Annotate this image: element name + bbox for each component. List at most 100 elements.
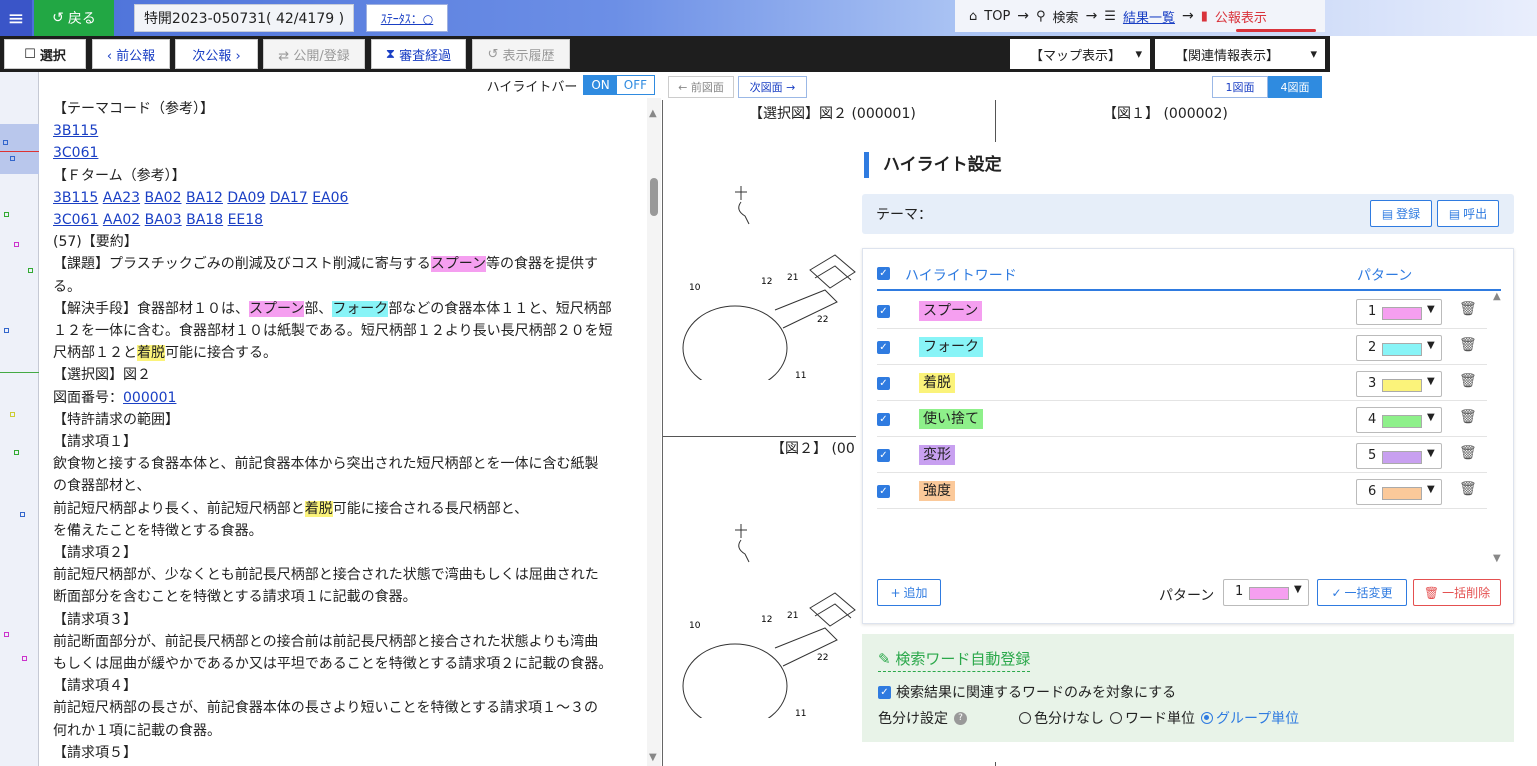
crumb-top[interactable]: TOP xyxy=(984,9,1010,24)
row-checkbox[interactable]: ✓ xyxy=(877,341,890,354)
row-checkbox[interactable]: ✓ xyxy=(877,377,890,390)
highlight-word[interactable]: 強度 xyxy=(919,481,955,501)
select-all-checkbox[interactable]: ✓ xyxy=(877,267,890,280)
pattern-select[interactable]: 2▼ xyxy=(1356,335,1442,361)
publish-register-button[interactable]: ⇄ 公開/登録 xyxy=(263,39,365,69)
hamburger-icon[interactable]: ≡ xyxy=(0,0,32,36)
pattern-select[interactable]: 3▼ xyxy=(1356,371,1442,397)
radio-no-color[interactable]: 色分けなし xyxy=(1019,708,1104,728)
code-link[interactable]: BA03 xyxy=(145,212,182,228)
caret-down-icon: ▼ xyxy=(1427,412,1435,423)
code-link[interactable]: BA02 xyxy=(145,190,182,206)
highlight-word[interactable]: スプーン xyxy=(919,301,982,321)
help-icon[interactable]: ? xyxy=(954,712,967,725)
code-link[interactable]: 3B115 xyxy=(53,123,98,139)
code-link[interactable]: 3C061 xyxy=(53,145,98,161)
text-scrollbar[interactable]: ▲ ▼ xyxy=(647,98,661,766)
code-link[interactable]: BA18 xyxy=(186,212,223,228)
pattern-number: 1 xyxy=(1368,304,1376,319)
row-checkbox[interactable]: ✓ xyxy=(877,305,890,318)
crumb-results[interactable]: 結果一覧 xyxy=(1123,7,1175,26)
recall-button[interactable]: ▤呼出 xyxy=(1437,200,1499,227)
radio-icon xyxy=(1019,712,1031,724)
theme-label: テーマ： xyxy=(876,204,932,224)
next-figure-button[interactable]: 次図面 → xyxy=(738,76,807,98)
prev-figure-button[interactable]: ← 前図面 xyxy=(668,76,734,98)
highlight-word[interactable]: 変形 xyxy=(919,445,955,465)
text-segment: 可能に接合する。 xyxy=(165,345,277,361)
words-scrollbar[interactable]: ▲ ▼ xyxy=(1493,291,1505,567)
row-checkbox[interactable]: ✓ xyxy=(877,413,890,426)
code-link[interactable]: EA06 xyxy=(312,190,348,206)
row-checkbox[interactable]: ✓ xyxy=(877,449,890,462)
bulk-delete-button[interactable]: 🗑一括削除 xyxy=(1413,579,1501,606)
color-setting-label: 色分け設定 xyxy=(878,708,948,728)
register-button[interactable]: ▤登録 xyxy=(1370,200,1432,227)
auto-register-box: ✎ 検索ワード自動登録 ✓検索結果に関連するワードのみを対象にする 色分け設定 … xyxy=(862,634,1514,742)
related-info-select[interactable]: 【関連情報表示】▾ xyxy=(1155,39,1325,69)
code-link[interactable]: EE18 xyxy=(228,212,264,228)
top-bar: ≡ ↺戻る 特開2023-050731( 42/4179 ) ｽﾃｰﾀｽ：○ ⌂… xyxy=(0,0,1537,36)
code-link[interactable]: 3C061 xyxy=(53,212,98,228)
text-line: 飲食物と接する食器本体と、前記食器本体から突出された短尺柄部とを一体に含む紙製 xyxy=(53,453,647,475)
pattern-all-select[interactable]: 1 ▼ xyxy=(1223,579,1309,606)
text-line: 図面番号：000001 xyxy=(53,387,647,409)
scroll-thumb[interactable] xyxy=(650,178,658,216)
view-history-button[interactable]: ↺表示履歴 xyxy=(472,39,570,69)
trash-icon[interactable]: 🗑 xyxy=(1459,445,1477,461)
pattern-select[interactable]: 6▼ xyxy=(1356,479,1442,505)
pattern-select[interactable]: 5▼ xyxy=(1356,443,1442,469)
pattern-select[interactable]: 4▼ xyxy=(1356,407,1442,433)
next-publication-button[interactable]: 次公報 › xyxy=(175,39,258,69)
code-link[interactable]: 000001 xyxy=(123,390,176,406)
highlight-on[interactable]: ON xyxy=(584,76,616,94)
history-label: 表示履歴 xyxy=(502,45,554,64)
radio-word-unit[interactable]: ワード単位 xyxy=(1110,708,1195,728)
highlight-word[interactable]: 着脱 xyxy=(919,373,955,393)
plus-icon: + xyxy=(890,586,900,600)
code-link[interactable]: AA02 xyxy=(103,212,140,228)
code-link[interactable]: DA17 xyxy=(270,190,308,206)
exam-history-button[interactable]: ⧗審査経過 xyxy=(371,39,466,69)
map-view-select[interactable]: 【マップ表示】▾ xyxy=(1010,39,1150,69)
highlight-word[interactable]: 使い捨て xyxy=(919,409,983,429)
spoon-drawing[interactable]: 10 12 21 22 11 xyxy=(675,518,875,718)
prev-publication-button[interactable]: ‹ 前公報 xyxy=(92,39,170,69)
scroll-down-icon[interactable]: ▼ xyxy=(1493,553,1501,564)
minimap-strip[interactable] xyxy=(0,72,39,766)
highlight-toggle[interactable]: ON OFF xyxy=(583,75,655,95)
related-only-checkbox[interactable]: ✓検索結果に関連するワードのみを対象にする xyxy=(878,682,1176,702)
scroll-down-icon[interactable]: ▼ xyxy=(649,752,657,763)
register-label: 登録 xyxy=(1396,205,1420,222)
trash-icon[interactable]: 🗑 xyxy=(1459,337,1477,353)
radio-group-unit[interactable]: グループ単位 xyxy=(1201,708,1299,728)
spoon-drawing[interactable]: 10 12 21 22 11 xyxy=(675,180,875,380)
code-link[interactable]: DA09 xyxy=(227,190,265,206)
status-button[interactable]: ｽﾃｰﾀｽ：○ xyxy=(366,4,448,32)
trash-icon[interactable]: 🗑 xyxy=(1459,301,1477,317)
text-segment: 【請求項２】 xyxy=(53,545,137,561)
crumb-search[interactable]: 検索 xyxy=(1053,7,1079,26)
code-link[interactable]: AA23 xyxy=(103,190,140,206)
scroll-up-icon[interactable]: ▲ xyxy=(649,108,657,119)
pattern-select[interactable]: 1▼ xyxy=(1356,299,1442,325)
highlight-off[interactable]: OFF xyxy=(617,76,654,94)
trash-icon[interactable]: 🗑 xyxy=(1459,481,1477,497)
scroll-up-icon[interactable]: ▲ xyxy=(1493,291,1501,302)
code-link[interactable]: 3B115 xyxy=(53,190,98,206)
back-button[interactable]: ↺戻る xyxy=(34,0,114,36)
highlight-word[interactable]: フォーク xyxy=(919,337,983,357)
crumb-current[interactable]: 公報表示 xyxy=(1215,7,1267,26)
add-word-button[interactable]: +追加 xyxy=(877,579,941,606)
pattern-all-number: 1 xyxy=(1235,584,1243,599)
one-figure-button[interactable]: 1図面 xyxy=(1212,76,1268,98)
code-link[interactable]: BA12 xyxy=(186,190,223,206)
text-line: 【特許請求の範囲】 xyxy=(53,409,647,431)
four-figure-button[interactable]: 4図面 xyxy=(1268,76,1322,98)
trash-icon[interactable]: 🗑 xyxy=(1459,409,1477,425)
bulk-change-button[interactable]: ✓一括変更 xyxy=(1317,579,1407,606)
row-checkbox[interactable]: ✓ xyxy=(877,485,890,498)
select-button[interactable]: ☐選択 xyxy=(4,39,86,69)
caret-down-icon: ▼ xyxy=(1427,304,1435,315)
trash-icon[interactable]: 🗑 xyxy=(1459,373,1477,389)
